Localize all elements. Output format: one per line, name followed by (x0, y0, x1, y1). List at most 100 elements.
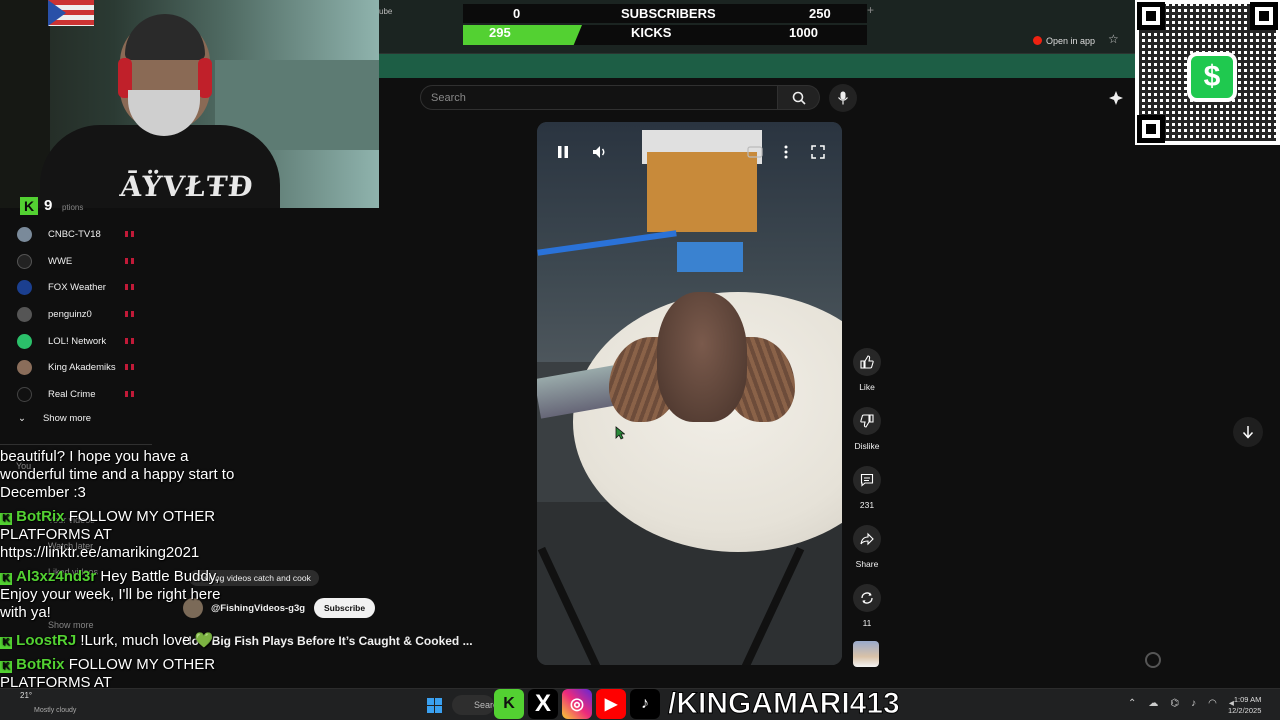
youtube-icon (1033, 36, 1042, 45)
chat-line: K BotRix FOLLOW MY OTHER (0, 656, 215, 674)
fullscreen-button[interactable] (806, 140, 830, 164)
chat-line: December :3 (0, 484, 86, 502)
subscribers-label: SUBSCRIBERS (621, 6, 716, 21)
live-indicator-icon (125, 391, 135, 397)
channel-avatar (17, 359, 32, 375)
like-button[interactable]: Like (848, 348, 886, 392)
chat-text: FOLLOW MY OTHER (68, 656, 216, 673)
captions-button[interactable] (743, 140, 767, 164)
remix-icon (861, 592, 873, 604)
new-tab-icon[interactable]: + (867, 3, 874, 17)
share-button[interactable]: Share (848, 525, 886, 569)
subscription-label: King Akademiks (48, 361, 116, 373)
channel-thumbnail[interactable] (853, 641, 879, 667)
search-button[interactable] (778, 85, 820, 110)
chat-line: wonderful time and a happy start to (0, 466, 234, 484)
microphone-icon[interactable]: ♪ (1191, 698, 1196, 709)
like-label: Like (859, 382, 875, 392)
fullscreen-icon (811, 145, 825, 159)
taskbar-search[interactable]: Search (452, 695, 494, 715)
kick-logo-icon: K (0, 661, 12, 673)
volume-button[interactable] (588, 140, 612, 164)
show-more-button[interactable]: ⌄ Show more (18, 413, 91, 424)
subscriptions-header[interactable]: ptions (62, 203, 83, 212)
subscription-item-real-crime[interactable]: Real Crime (0, 381, 150, 407)
live-indicator-icon (125, 338, 135, 344)
short-video-player[interactable] (537, 122, 842, 665)
screen: ube × + Open in app ☆ 0 SUBSCRIBERS 250 … (0, 0, 1280, 720)
open-in-app-button[interactable]: Open in app (1027, 33, 1101, 48)
weather-temp: 21° (20, 691, 33, 700)
kicks-label: KICKS (631, 25, 672, 40)
subscription-item-fox-weather[interactable]: FOX Weather (0, 274, 150, 300)
subscription-label: penguinz0 (48, 308, 92, 320)
subscription-item-lol-network[interactable]: LOL! Network (0, 328, 150, 354)
more-vertical-icon (784, 145, 788, 159)
thumbs-down-icon (860, 414, 874, 428)
more-options-button[interactable] (774, 140, 798, 164)
comments-count: 231 (859, 500, 875, 510)
system-clock[interactable]: 1:09 AM 12/2/2025 (1228, 694, 1261, 716)
chat-line: with ya! (0, 604, 51, 622)
subscribers-current: 0 (513, 6, 521, 21)
chat-line: beautiful? I hope you have a (0, 448, 188, 466)
kick-logo-icon: K (0, 513, 12, 525)
network-icon[interactable]: ⌬ (1170, 698, 1179, 709)
search-input[interactable] (431, 90, 761, 106)
subscription-item-wwe[interactable]: WWE (0, 248, 150, 274)
kicks-progress-fill (463, 25, 582, 45)
comments-button[interactable]: 231 (848, 466, 886, 510)
dislike-label: Dislike (854, 441, 880, 451)
instagram-icon: ◎ (562, 689, 592, 719)
kick-logo-icon: K (0, 573, 12, 585)
youtube-icon: ▶ (596, 689, 626, 719)
comment-icon (860, 473, 874, 487)
webcam-beanie (125, 14, 205, 60)
remix-count: 11 (862, 618, 872, 628)
chat-line: K LoostRJ !Lurk, much love 💚 (0, 632, 213, 650)
kick-viewer-count: 9 (44, 197, 53, 214)
stream-chat-overlay: beautiful? I hope you have a wonderful t… (0, 446, 380, 691)
dislike-button[interactable]: Dislike (848, 407, 886, 451)
tiktok-icon: ♪ (630, 689, 660, 719)
video-basket (677, 242, 743, 272)
video-fish (657, 292, 747, 422)
subscription-item-penguinz0[interactable]: penguinz0 (0, 301, 150, 327)
arrow-down-icon (1242, 426, 1254, 439)
dislike-circle (853, 407, 881, 435)
comments-circle (853, 466, 881, 494)
wifi-icon[interactable]: ◠ (1208, 698, 1217, 709)
kicks-target: 1000 (789, 25, 818, 40)
subscription-label: CNBC-TV18 (48, 228, 101, 240)
loading-spinner-icon (1145, 652, 1161, 668)
video-cooler (647, 152, 757, 232)
qr-finder (1137, 2, 1165, 30)
x-icon: X (528, 689, 558, 719)
windows-start-icon[interactable] (427, 698, 442, 713)
pause-button[interactable] (551, 140, 575, 164)
create-icon[interactable] (1108, 90, 1124, 106)
qr-finder (1137, 115, 1165, 143)
bookmark-star-icon[interactable]: ☆ (1108, 32, 1119, 46)
chevron-up-icon[interactable]: ⌃ (1128, 698, 1136, 709)
chat-text: FOLLOW MY OTHER (68, 508, 216, 525)
volume-icon (593, 146, 605, 158)
shirt-graphic: ĀŸVŁŦĐ (118, 170, 256, 203)
subscription-label: LOL! Network (48, 335, 107, 347)
chat-line: K BotRix FOLLOW MY OTHER (0, 508, 215, 526)
chat-username: LoostRJ (16, 632, 77, 649)
live-indicator-icon (125, 258, 135, 264)
subscription-label: FOX Weather (48, 281, 106, 293)
chat-username: BotRix (16, 656, 65, 673)
voice-search-button[interactable] (829, 84, 857, 112)
next-short-button[interactable] (1233, 417, 1263, 447)
weather-widget[interactable]: 21° Mostly cloudy (20, 691, 76, 714)
cashapp-qr-code: $ (1135, 0, 1280, 145)
remix-button[interactable]: 11 (848, 584, 886, 628)
browser-tab-title[interactable]: ube (379, 7, 392, 16)
subscribers-target: 250 (809, 6, 831, 21)
subscription-item-cnbc[interactable]: CNBC-TV18 (0, 221, 150, 247)
kick-logo-icon: K (20, 197, 38, 215)
cloud-icon[interactable]: ☁ (1148, 698, 1158, 709)
subscription-item-king-akademiks[interactable]: King Akademiks (0, 354, 150, 380)
